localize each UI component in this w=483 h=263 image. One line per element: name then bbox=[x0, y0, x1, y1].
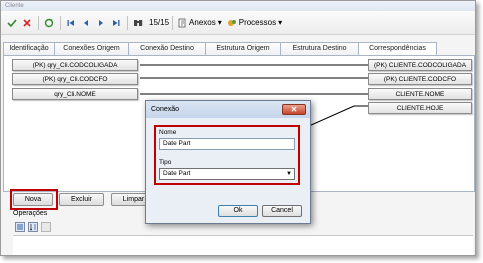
target-field-codcoligada[interactable]: (PK) CLIENTE.CODCOLIGADA bbox=[368, 59, 472, 71]
tab-conexoes-origem[interactable]: Conexões Origem bbox=[54, 42, 129, 55]
property-pages-icon[interactable] bbox=[41, 222, 51, 232]
toolbar-separator bbox=[60, 15, 61, 30]
tipo-select[interactable]: Date Part ▼ bbox=[159, 168, 295, 180]
nova-highlight bbox=[10, 189, 58, 210]
conexao-dialog: Conexão ✕ Nome Date Part Tipo Date Part … bbox=[145, 100, 311, 224]
source-field-codcoligada[interactable]: (PK) qry_Cli.CODCOLIGADA bbox=[12, 59, 138, 71]
operacoes-label: Operações bbox=[13, 210, 48, 217]
tipo-select-value: Date Part bbox=[163, 170, 191, 177]
target-field-codcfo[interactable]: (PK) CLIENTE.CODCFO bbox=[368, 73, 472, 85]
last-record-icon[interactable] bbox=[109, 15, 123, 31]
toolbar: 15/15 Anexos ▾ Processos ▾ bbox=[1, 11, 475, 35]
next-record-icon[interactable] bbox=[94, 15, 108, 31]
tipo-label: Tipo bbox=[159, 159, 172, 166]
record-counter: 15/15 bbox=[149, 18, 170, 27]
target-field-nome[interactable]: CLIENTE.NOME bbox=[368, 88, 472, 100]
dialog-fields-highlight: Nome Date Part Tipo Date Part ▼ bbox=[154, 125, 300, 185]
processos-menu[interactable]: Processos ▾ bbox=[225, 15, 284, 31]
ok-check-icon[interactable] bbox=[5, 15, 19, 31]
previous-record-icon[interactable] bbox=[79, 15, 93, 31]
toolbar-separator bbox=[172, 15, 174, 30]
ok-button[interactable]: Ok bbox=[218, 205, 258, 217]
anexos-label: Anexos bbox=[189, 18, 216, 27]
first-record-icon[interactable] bbox=[64, 15, 78, 31]
tab-estrutura-destino[interactable]: Estrutura Destino bbox=[280, 42, 359, 55]
refresh-icon[interactable] bbox=[42, 15, 56, 31]
cancel-button[interactable]: Cancel bbox=[262, 205, 302, 217]
dialog-title-text: Conexão bbox=[151, 106, 180, 113]
tab-correspondencias[interactable]: Correspondências bbox=[358, 42, 437, 56]
chevron-down-icon: ▼ bbox=[286, 171, 292, 177]
search-record-icon[interactable] bbox=[131, 15, 146, 31]
anexos-menu[interactable]: Anexos ▾ bbox=[176, 15, 224, 31]
nome-input[interactable]: Date Part bbox=[159, 138, 295, 150]
target-field-hoje[interactable]: CLIENTE.HOJE bbox=[368, 102, 472, 114]
categorized-view-icon[interactable] bbox=[15, 222, 25, 232]
source-field-nome[interactable]: qry_Cli.NOME bbox=[12, 88, 138, 100]
dialog-title: Conexão ✕ bbox=[146, 101, 310, 118]
tab-strip: Identificação Conexões Origem Conexão De… bbox=[3, 42, 437, 56]
window-title: Cliente bbox=[1, 1, 475, 11]
nome-label: Nome bbox=[159, 129, 177, 136]
delete-icon[interactable] bbox=[20, 15, 34, 31]
tab-conexao-destino[interactable]: Conexão Destino bbox=[128, 42, 206, 55]
sort-az-icon[interactable] bbox=[28, 222, 38, 232]
close-icon[interactable]: ✕ bbox=[282, 104, 306, 115]
excluir-button[interactable]: Excluir bbox=[59, 193, 104, 206]
tab-estrutura-origem[interactable]: Estrutura Origem bbox=[205, 42, 281, 55]
source-field-codcfo[interactable]: (PK) qry_Cli.CODCFO bbox=[12, 73, 138, 85]
chevron-down-icon: ▾ bbox=[278, 18, 283, 27]
processos-label: Processos bbox=[238, 18, 277, 27]
operations-grid[interactable] bbox=[13, 235, 473, 255]
tab-identificacao[interactable]: Identificação bbox=[3, 42, 55, 55]
chevron-down-icon: ▾ bbox=[217, 18, 222, 27]
toolbar-separator bbox=[38, 15, 39, 30]
toolbar-separator bbox=[127, 15, 128, 30]
